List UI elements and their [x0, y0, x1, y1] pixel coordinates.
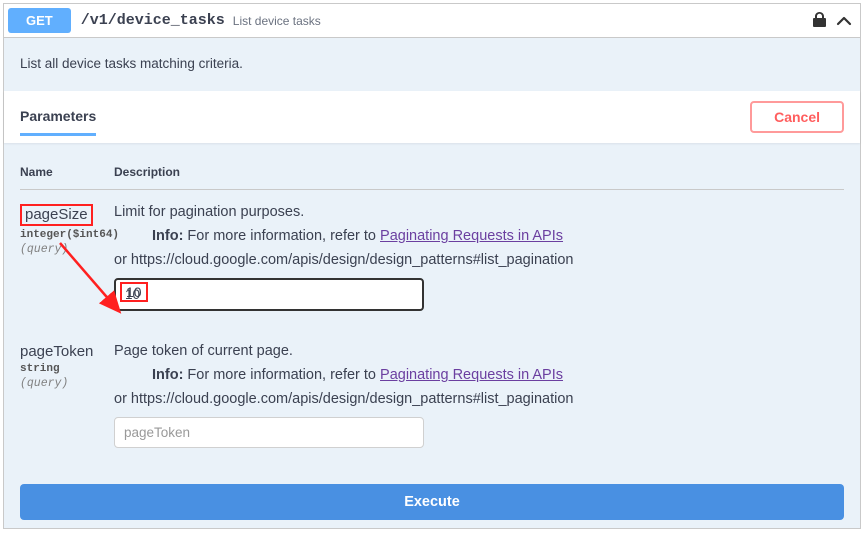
- param-type: integer($int64): [20, 229, 114, 241]
- parameters-bar: Parameters Cancel: [4, 91, 860, 143]
- table-row: pageToken string (query) Page token of c…: [20, 329, 844, 466]
- param-name-cell: pageSize integer($int64) (query): [20, 204, 114, 311]
- param-in: (query): [20, 377, 114, 390]
- table-row: pageSize integer($int64) (query) Limit f…: [20, 190, 844, 329]
- parameters-tab[interactable]: Parameters: [20, 108, 96, 136]
- param-name: pageToken: [20, 343, 114, 360]
- doc-link[interactable]: Paginating Requests in APIs: [380, 367, 563, 383]
- doc-link[interactable]: Paginating Requests in APIs: [380, 228, 563, 244]
- api-operation-panel: GET /v1/device_tasks List device tasks L…: [3, 3, 861, 529]
- column-description: Description: [114, 165, 844, 179]
- chevron-up-icon[interactable]: [836, 15, 852, 27]
- method-badge: GET: [8, 8, 71, 33]
- param-name-highlight: pageSize: [20, 204, 93, 226]
- pagesize-input[interactable]: [114, 278, 424, 311]
- execute-button[interactable]: Execute: [20, 484, 844, 520]
- param-name-cell: pageToken string (query): [20, 343, 114, 448]
- param-desc-cell: Limit for pagination purposes. Info: For…: [114, 204, 844, 311]
- lock-icon[interactable]: [813, 12, 826, 30]
- param-description: Limit for pagination purposes.: [114, 204, 844, 220]
- table-header: Name Description: [20, 143, 844, 190]
- param-desc-cell: Page token of current page. Info: For mo…: [114, 343, 844, 448]
- endpoint-path: /v1/device_tasks: [81, 12, 225, 29]
- param-in: (query): [20, 243, 114, 256]
- cancel-button[interactable]: Cancel: [750, 101, 844, 133]
- operation-header[interactable]: GET /v1/device_tasks List device tasks: [4, 4, 860, 38]
- param-type: string: [20, 363, 114, 375]
- column-name: Name: [20, 165, 114, 179]
- param-info: Info: For more information, refer to Pag…: [152, 228, 844, 244]
- parameters-table: Name Description pageSize integer($int64…: [4, 143, 860, 476]
- pagetoken-input[interactable]: [114, 417, 424, 448]
- param-or-line: or https://cloud.google.com/apis/design/…: [114, 252, 844, 268]
- operation-description: List all device tasks matching criteria.: [4, 38, 860, 91]
- param-or-line: or https://cloud.google.com/apis/design/…: [114, 391, 844, 407]
- param-info: Info: For more information, refer to Pag…: [152, 367, 844, 383]
- endpoint-summary: List device tasks: [233, 14, 321, 28]
- param-description: Page token of current page.: [114, 343, 844, 359]
